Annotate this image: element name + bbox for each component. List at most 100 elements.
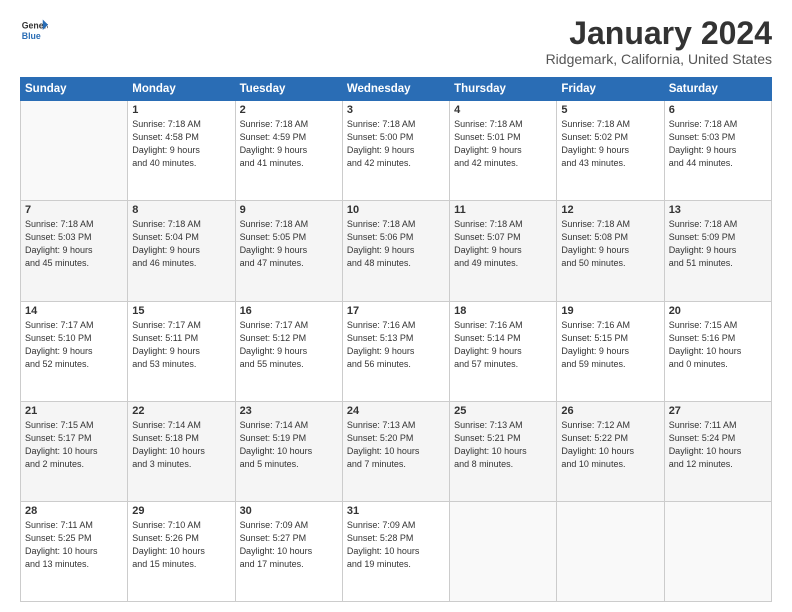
col-wednesday: Wednesday [342,78,449,101]
day-number: 16 [240,305,338,317]
table-row [21,101,128,201]
day-info: Sunrise: 7:18 AM Sunset: 5:09 PM Dayligh… [669,218,767,270]
table-row: 22 Sunrise: 7:14 AM Sunset: 5:18 PM Dayli… [128,401,235,501]
table-row: 2 Sunrise: 7:18 AM Sunset: 4:59 PM Daylig… [235,101,342,201]
calendar-week-row: 14 Sunrise: 7:17 AM Sunset: 5:10 PM Dayli… [21,301,772,401]
day-info: Sunrise: 7:18 AM Sunset: 4:59 PM Dayligh… [240,118,338,170]
day-number: 2 [240,104,338,116]
day-info: Sunrise: 7:14 AM Sunset: 5:18 PM Dayligh… [132,419,230,471]
day-info: Sunrise: 7:13 AM Sunset: 5:21 PM Dayligh… [454,419,552,471]
table-row: 6 Sunrise: 7:18 AM Sunset: 5:03 PM Daylig… [664,101,771,201]
day-info: Sunrise: 7:18 AM Sunset: 5:04 PM Dayligh… [132,218,230,270]
day-number: 12 [561,204,659,216]
day-number: 15 [132,305,230,317]
table-row [450,501,557,601]
table-row: 25 Sunrise: 7:13 AM Sunset: 5:21 PM Dayli… [450,401,557,501]
title-block: January 2024 Ridgemark, California, Unit… [546,16,772,67]
day-number: 10 [347,204,445,216]
day-info: Sunrise: 7:15 AM Sunset: 5:17 PM Dayligh… [25,419,123,471]
day-info: Sunrise: 7:12 AM Sunset: 5:22 PM Dayligh… [561,419,659,471]
svg-text:Blue: Blue [22,31,41,41]
table-row: 12Sunrise: 7:18 AM Sunset: 5:08 PM Dayli… [557,201,664,301]
day-number: 17 [347,305,445,317]
calendar-table: Sunday Monday Tuesday Wednesday Thursday… [20,77,772,602]
calendar-week-row: 28 Sunrise: 7:11 AM Sunset: 5:25 PM Dayli… [21,501,772,601]
table-row: 10 Sunrise: 7:18 AM Sunset: 5:06 PM Dayli… [342,201,449,301]
day-number: 11 [454,204,552,216]
calendar-week-row: 7Sunrise: 7:18 AM Sunset: 5:03 PM Daylig… [21,201,772,301]
day-info: Sunrise: 7:18 AM Sunset: 5:03 PM Dayligh… [669,118,767,170]
day-number: 9 [240,204,338,216]
day-info: Sunrise: 7:14 AM Sunset: 5:19 PM Dayligh… [240,419,338,471]
day-number: 14 [25,305,123,317]
col-monday: Monday [128,78,235,101]
day-info: Sunrise: 7:13 AM Sunset: 5:20 PM Dayligh… [347,419,445,471]
day-number: 24 [347,405,445,417]
table-row: 23 Sunrise: 7:14 AM Sunset: 5:19 PM Dayli… [235,401,342,501]
day-info: Sunrise: 7:15 AM Sunset: 5:16 PM Dayligh… [669,319,767,371]
table-row: 5 Sunrise: 7:18 AM Sunset: 5:02 PM Daylig… [557,101,664,201]
day-number: 20 [669,305,767,317]
day-number: 25 [454,405,552,417]
table-row: 20 Sunrise: 7:15 AM Sunset: 5:16 PM Dayli… [664,301,771,401]
table-row: 29Sunrise: 7:10 AM Sunset: 5:26 PM Dayli… [128,501,235,601]
logo-icon: General Blue [20,16,48,44]
day-info: Sunrise: 7:16 AM Sunset: 5:15 PM Dayligh… [561,319,659,371]
day-info: Sunrise: 7:18 AM Sunset: 4:58 PM Dayligh… [132,118,230,170]
table-row: 13 Sunrise: 7:18 AM Sunset: 5:09 PM Dayli… [664,201,771,301]
day-number: 28 [25,505,123,517]
day-info: Sunrise: 7:18 AM Sunset: 5:03 PM Dayligh… [25,218,123,270]
table-row: 21 Sunrise: 7:15 AM Sunset: 5:17 PM Dayli… [21,401,128,501]
table-row: 17 Sunrise: 7:16 AM Sunset: 5:13 PM Dayli… [342,301,449,401]
day-number: 8 [132,204,230,216]
table-row: 3Sunrise: 7:18 AM Sunset: 5:00 PM Daylig… [342,101,449,201]
day-info: Sunrise: 7:18 AM Sunset: 5:06 PM Dayligh… [347,218,445,270]
day-number: 19 [561,305,659,317]
table-row: 1 Sunrise: 7:18 AM Sunset: 4:58 PM Daylig… [128,101,235,201]
day-info: Sunrise: 7:16 AM Sunset: 5:13 PM Dayligh… [347,319,445,371]
table-row: 9Sunrise: 7:18 AM Sunset: 5:05 PM Daylig… [235,201,342,301]
table-row: 11Sunrise: 7:18 AM Sunset: 5:07 PM Dayli… [450,201,557,301]
table-row: 26Sunrise: 7:12 AM Sunset: 5:22 PM Dayli… [557,401,664,501]
page: General Blue January 2024 Ridgemark, Cal… [0,0,792,612]
calendar-week-row: 21 Sunrise: 7:15 AM Sunset: 5:17 PM Dayli… [21,401,772,501]
day-number: 31 [347,505,445,517]
day-number: 21 [25,405,123,417]
table-row [557,501,664,601]
table-row: 4Sunrise: 7:18 AM Sunset: 5:01 PM Daylig… [450,101,557,201]
table-row: 16 Sunrise: 7:17 AM Sunset: 5:12 PM Dayli… [235,301,342,401]
day-number: 13 [669,204,767,216]
col-friday: Friday [557,78,664,101]
day-info: Sunrise: 7:11 AM Sunset: 5:25 PM Dayligh… [25,519,123,571]
calendar-week-row: 1 Sunrise: 7:18 AM Sunset: 4:58 PM Daylig… [21,101,772,201]
day-number: 30 [240,505,338,517]
day-number: 5 [561,104,659,116]
col-tuesday: Tuesday [235,78,342,101]
table-row: 18Sunrise: 7:16 AM Sunset: 5:14 PM Dayli… [450,301,557,401]
day-number: 27 [669,405,767,417]
table-row: 31 Sunrise: 7:09 AM Sunset: 5:28 PM Dayli… [342,501,449,601]
col-thursday: Thursday [450,78,557,101]
location: Ridgemark, California, United States [546,51,772,67]
day-info: Sunrise: 7:09 AM Sunset: 5:28 PM Dayligh… [347,519,445,571]
day-info: Sunrise: 7:18 AM Sunset: 5:02 PM Dayligh… [561,118,659,170]
day-info: Sunrise: 7:17 AM Sunset: 5:11 PM Dayligh… [132,319,230,371]
table-row [664,501,771,601]
logo: General Blue [20,16,48,44]
day-number: 1 [132,104,230,116]
month-title: January 2024 [546,16,772,51]
table-row: 27Sunrise: 7:11 AM Sunset: 5:24 PM Dayli… [664,401,771,501]
day-info: Sunrise: 7:17 AM Sunset: 5:12 PM Dayligh… [240,319,338,371]
table-row: 14 Sunrise: 7:17 AM Sunset: 5:10 PM Dayli… [21,301,128,401]
table-row: 7Sunrise: 7:18 AM Sunset: 5:03 PM Daylig… [21,201,128,301]
table-row: 8 Sunrise: 7:18 AM Sunset: 5:04 PM Daylig… [128,201,235,301]
day-number: 22 [132,405,230,417]
header: General Blue January 2024 Ridgemark, Cal… [20,16,772,67]
day-number: 6 [669,104,767,116]
day-info: Sunrise: 7:16 AM Sunset: 5:14 PM Dayligh… [454,319,552,371]
day-number: 23 [240,405,338,417]
day-info: Sunrise: 7:17 AM Sunset: 5:10 PM Dayligh… [25,319,123,371]
table-row: 30Sunrise: 7:09 AM Sunset: 5:27 PM Dayli… [235,501,342,601]
table-row: 19 Sunrise: 7:16 AM Sunset: 5:15 PM Dayli… [557,301,664,401]
table-row: 15 Sunrise: 7:17 AM Sunset: 5:11 PM Dayli… [128,301,235,401]
